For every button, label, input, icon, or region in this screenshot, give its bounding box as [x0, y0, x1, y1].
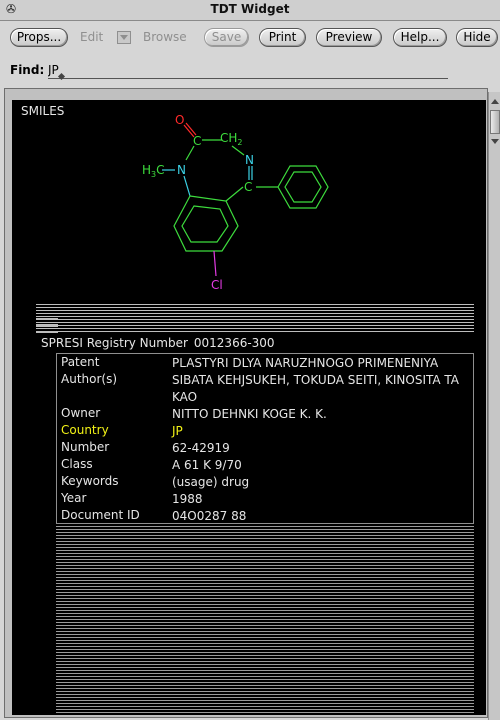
- field-value: (usage) drug: [172, 475, 250, 489]
- atom-n-methyl: N: [177, 163, 186, 177]
- browse-label: Browse: [143, 30, 187, 44]
- field-key: Author(s): [61, 372, 118, 386]
- bond-ch2-n: [231, 145, 245, 156]
- edit-label: Edit: [80, 30, 104, 44]
- field-value: PLASTYRI DLYA NARUZHNOGO PRIMENENIYA: [172, 356, 439, 370]
- print-button[interactable]: Print: [259, 28, 306, 47]
- save-button[interactable]: Save: [204, 28, 249, 47]
- toolbar: Props... Edit Browse Save Print Preview …: [0, 22, 500, 56]
- atom-ch2: CH2: [220, 131, 243, 147]
- title-bar: ✇ TDT Widget: [0, 0, 500, 21]
- registry-label: SPRESI Registry Number: [41, 336, 188, 350]
- empty-record-area: [56, 526, 474, 715]
- benzo-inner-ring: [181, 205, 229, 243]
- field-key: Year: [61, 491, 87, 505]
- atom-n-ring: N: [245, 153, 254, 167]
- atom-ch3: H3C: [142, 163, 165, 179]
- field-key: Country: [61, 423, 109, 437]
- field-key: Class: [61, 457, 93, 471]
- vertical-scrollbar[interactable]: [488, 92, 500, 720]
- field-key: Patent: [61, 355, 100, 369]
- field-value: SIBATA KEHJSUKEH, TOKUDA SEITI, KINOSITA…: [172, 373, 460, 387]
- field-value-cont: KAO: [172, 390, 198, 404]
- atom-o: O: [175, 113, 184, 127]
- hide-button[interactable]: Hide: [456, 28, 498, 47]
- field-value: 1988: [172, 492, 203, 506]
- field-value: JP: [172, 424, 183, 438]
- field-key: Number: [61, 440, 110, 454]
- atom-c: C: [193, 134, 201, 148]
- scroll-thumb[interactable]: [490, 110, 500, 134]
- record-header-hatch: [36, 304, 474, 334]
- find-input[interactable]: [48, 62, 448, 79]
- arrow-up-icon: [491, 99, 499, 104]
- atom-ch3-c: C: [156, 163, 164, 177]
- bond-n-benzo: [183, 175, 191, 197]
- field-key: Owner: [61, 406, 101, 420]
- bond-c-n: [185, 145, 195, 161]
- bond-c-benzo: [225, 186, 244, 202]
- scroll-down-button[interactable]: [490, 136, 500, 146]
- chemical-structure: O C CH2 N C N H3C Cl: [142, 113, 329, 292]
- arrow-down-icon: [491, 139, 499, 144]
- props-button[interactable]: Props...: [10, 28, 68, 47]
- edit-dropdown[interactable]: [117, 31, 131, 44]
- atom-c2: C: [244, 180, 252, 194]
- phenyl-inner-ring: [284, 171, 322, 203]
- atom-ch2-text: CH: [220, 131, 237, 145]
- field-value: NITTO DEHNKI KOGE K. K.: [172, 407, 327, 421]
- field-key: Document ID: [61, 508, 140, 522]
- field-value: 04O0287 88: [172, 509, 247, 523]
- field-key: Keywords: [61, 474, 119, 488]
- field-value: 62-42919: [172, 441, 230, 455]
- registry-value: 0012366-300: [193, 336, 275, 350]
- registry-number: SPRESI Registry Number 0012366-300: [41, 336, 275, 350]
- bond-cl: [213, 250, 217, 277]
- help-button[interactable]: Help...: [393, 28, 447, 47]
- structure-label: SMILES: [21, 104, 65, 118]
- atom-ch2-sub: 2: [237, 138, 242, 147]
- chevron-down-icon: [120, 35, 128, 40]
- field-value: A 61 K 9/70: [172, 458, 242, 472]
- scroll-up-button[interactable]: [490, 96, 500, 106]
- preview-button[interactable]: Preview: [316, 28, 382, 47]
- window-title: TDT Widget: [210, 2, 290, 16]
- atom-cl: Cl: [211, 278, 223, 292]
- expand-toggle[interactable]: [36, 310, 58, 333]
- find-label: Find:: [10, 63, 45, 77]
- bonds: [162, 122, 329, 277]
- atom-ch3-h: H: [142, 163, 151, 177]
